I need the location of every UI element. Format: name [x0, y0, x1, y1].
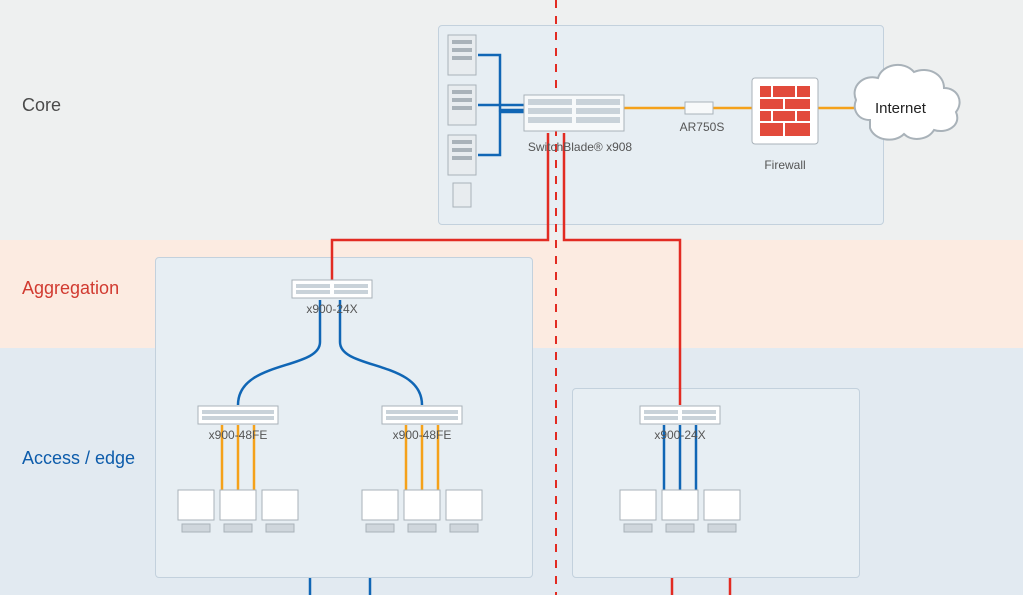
x900-24x-label: x900-24X: [292, 302, 372, 316]
x900-48fe-label: x900-48FE: [198, 428, 278, 442]
x900-48fe-label-2: x900-48FE: [382, 428, 462, 442]
ar750s-label: AR750S: [672, 120, 732, 134]
diagram-canvas: Core Aggregation Access / edge: [0, 0, 1023, 595]
switchblade-label: SwitchBlade® x908: [520, 140, 640, 154]
core-label: Core: [22, 95, 61, 116]
firewall-label: Firewall: [752, 158, 818, 172]
core-group-box: [438, 25, 884, 225]
internet-label: Internet: [875, 100, 926, 117]
access-label: Access / edge: [22, 448, 135, 469]
right-group-box: [572, 388, 860, 578]
aggregation-label: Aggregation: [22, 278, 119, 299]
x900-24x-label-2: x900-24X: [640, 428, 720, 442]
